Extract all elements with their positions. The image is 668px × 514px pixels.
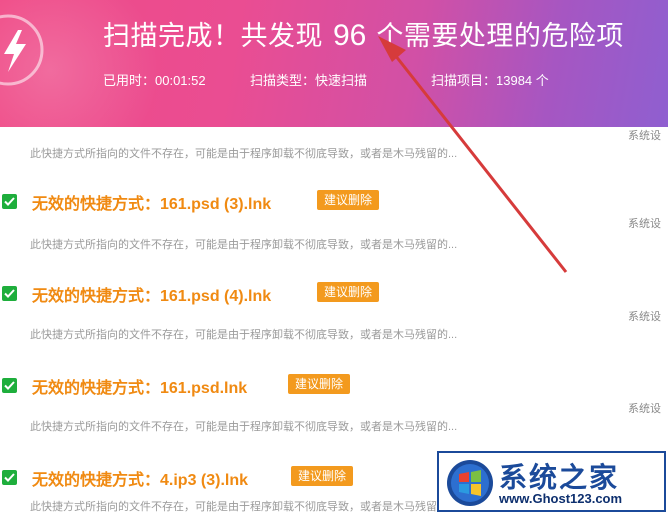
title-prefix: 扫描完成！共发现 [103,21,323,51]
windows-orb-logo-icon [447,460,493,506]
item-description: 此快捷方式所指向的文件不存在，可能是由于程序卸载不彻底导致，或者是木马残留的..… [30,501,458,513]
checkbox-checked-icon[interactable] [2,194,17,209]
title-suffix: 个需要处理的危险项 [376,21,624,51]
suggest-delete-button[interactable]: 建议删除 [291,466,354,486]
scan-result-header: 扫描完成！共发现 96 个需要处理的危险项 已用时：00:01:52 扫描类型：快速… [0,0,668,127]
found-count: 96 [333,19,367,52]
suggest-delete-button[interactable]: 建议删除 [288,374,351,394]
scan-type: 扫描类型：快速扫描 [250,73,368,88]
site-watermark: 系统之家 www.Ghost123.com [437,451,666,512]
scan-summary-title: 扫描完成！共发现 96 个需要处理的危险项 [103,14,624,53]
item-title: 无效的快捷方式：161.psd.lnk [32,380,248,397]
scan-items-count: 扫描项目：13984 个 [431,73,549,88]
lightning-bolt-icon [0,14,44,86]
item-title: 无效的快捷方式：161.psd (3).lnk [32,196,272,213]
suggest-delete-button[interactable]: 建议删除 [317,282,380,302]
side-label-system: 系统设 [628,311,661,323]
suggest-delete-button[interactable]: 建议删除 [317,190,380,210]
item-description: 此快捷方式所指向的文件不存在，可能是由于程序卸载不彻底导致，或者是木马残留的..… [30,421,458,433]
watermark-site-name: 系统之家 [499,461,620,494]
side-label-system: 系统设 [628,403,661,415]
checkbox-checked-icon[interactable] [2,286,17,301]
item-description: 此快捷方式所指向的文件不存在，可能是由于程序卸载不彻底导致，或者是木马残留的..… [30,329,458,341]
elapsed-time: 已用时：00:01:52 [103,73,206,88]
item-description: 此快捷方式所指向的文件不存在，可能是由于程序卸载不彻底导致，或者是木马残留的..… [30,239,458,251]
side-label-system: 系统设 [628,218,661,230]
item-description: 此快捷方式所指向的文件不存在，可能是由于程序卸载不彻底导致，或者是木马残留的..… [30,148,458,160]
checkbox-checked-icon[interactable] [2,378,17,393]
item-title: 无效的快捷方式：4.ip3 (3).lnk [32,472,249,489]
watermark-url: www.Ghost123.com [499,491,623,506]
side-label-system: 系统设 [628,130,661,142]
item-title: 无效的快捷方式：161.psd (4).lnk [32,288,272,305]
checkbox-checked-icon[interactable] [2,470,17,485]
